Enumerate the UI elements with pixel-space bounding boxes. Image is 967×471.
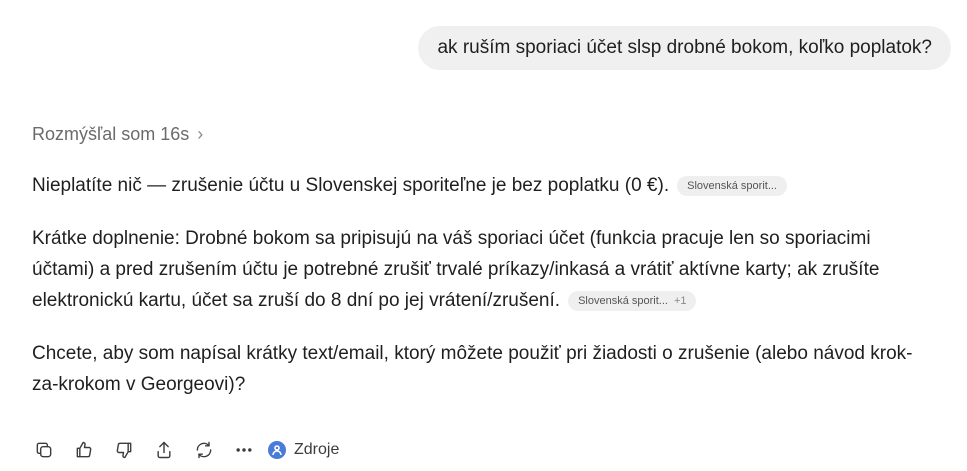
answer-paragraph-3: Chcete, aby som napísal krátky text/emai… (32, 343, 913, 395)
thinking-label: Rozmýšľal som 16s (32, 124, 190, 144)
answer-text-1: Nieplatíte nič — zrušenie účtu u Slovens… (32, 175, 670, 196)
more-icon (236, 448, 252, 452)
assistant-answer: Nieplatíte nič — zrušenie účtu u Slovens… (32, 170, 932, 422)
answer-paragraph-1: Nieplatíte nič — zrušenie účtu u Slovens… (32, 170, 932, 201)
regenerate-icon (196, 441, 212, 459)
user-message-bubble: ak ruším sporiaci účet slsp drobné bokom… (418, 26, 951, 70)
sources-icon (268, 441, 286, 459)
thinking-summary-toggle[interactable]: Rozmýšľal som 16s › (32, 124, 203, 145)
citation-source-label: Slovenská sporit... (687, 180, 777, 192)
regenerate-button[interactable] (192, 438, 216, 462)
chevron-right-icon: › (197, 124, 204, 144)
share-icon (157, 441, 171, 459)
thumbs-down-icon (116, 442, 132, 459)
citation-extra-count: +1 (673, 295, 687, 307)
copy-button[interactable] (32, 438, 56, 462)
citation-chip[interactable]: Slovenská sporit... (677, 176, 787, 196)
more-button[interactable] (232, 438, 256, 462)
thumbs-up-icon (76, 441, 92, 458)
citation-chip[interactable]: Slovenská sporit... +1 (568, 291, 697, 311)
share-button[interactable] (152, 438, 176, 462)
sources-button[interactable]: Zdroje (268, 441, 339, 459)
thumbs-up-button[interactable] (72, 438, 96, 462)
message-actions-toolbar: Zdroje (32, 438, 339, 462)
answer-paragraph-2: Krátke doplnenie: Drobné bokom sa pripis… (32, 223, 932, 316)
thumbs-down-button[interactable] (112, 438, 136, 462)
answer-text-2: Krátke doplnenie: Drobné bokom sa pripis… (32, 228, 880, 311)
copy-icon (36, 442, 52, 458)
sources-label: Zdroje (294, 441, 340, 458)
citation-source-label: Slovenská sporit... (578, 295, 668, 307)
